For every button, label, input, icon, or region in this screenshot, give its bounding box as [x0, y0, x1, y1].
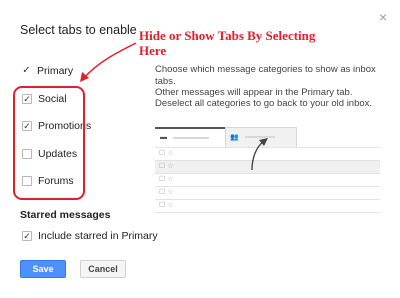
- starred-heading: Starred messages: [20, 209, 111, 221]
- include-starred-label: Include starred in Primary: [38, 230, 158, 242]
- cancel-button[interactable]: Cancel: [80, 260, 126, 278]
- checkbox-checked-icon[interactable]: ✓: [22, 231, 32, 241]
- select-tabs-dialog: Select tabs to enable × Hide or Show Tab…: [0, 0, 400, 298]
- save-button[interactable]: Save: [20, 260, 66, 278]
- include-starred-option[interactable]: ✓ Include starred in Primary: [22, 229, 158, 243]
- preview-arrow-icon: [251, 138, 268, 171]
